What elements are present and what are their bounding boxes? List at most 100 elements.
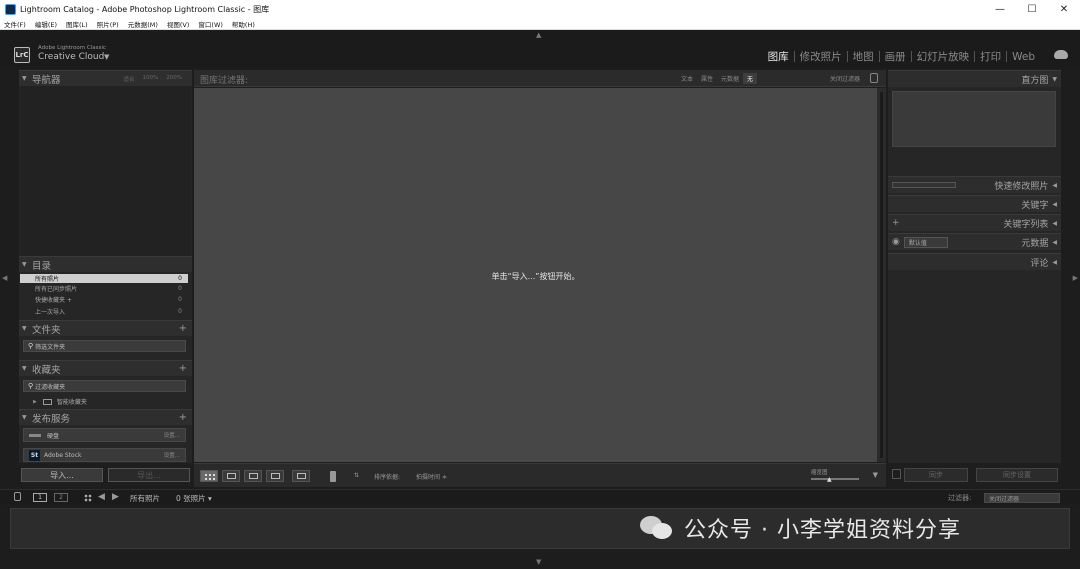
- metadata-preset-select[interactable]: 默认值: [903, 236, 948, 248]
- menu-view[interactable]: 视图(V): [167, 19, 190, 29]
- survey-view-button[interactable]: [266, 470, 284, 482]
- forward-arrow-icon[interactable]: ▶: [112, 492, 119, 502]
- import-button[interactable]: 导入...: [21, 468, 103, 482]
- sync-button[interactable]: 同步: [904, 468, 968, 482]
- filter-none[interactable]: 无: [743, 73, 758, 84]
- library-filter-title: 图库过滤器:: [200, 76, 249, 86]
- menu-file[interactable]: 文件(F): [4, 19, 26, 29]
- zoom-100[interactable]: 100%: [143, 75, 159, 83]
- left-panel-toggle-icon[interactable]: ◀: [2, 274, 7, 282]
- keywording-header[interactable]: 关键字 ◀: [888, 195, 1061, 212]
- grid-icon[interactable]: [84, 494, 92, 502]
- module-web[interactable]: Web: [1007, 51, 1040, 63]
- sort-icon[interactable]: ⇅: [354, 472, 359, 479]
- slider-track[interactable]: [811, 478, 859, 480]
- publish-service-adobe-stock[interactable]: St Adobe Stock 设置...: [23, 448, 186, 462]
- auto-sync-switch[interactable]: [892, 469, 901, 479]
- sort-select[interactable]: 拍摄时间 ≑: [416, 472, 447, 481]
- compare-view-button[interactable]: [244, 470, 262, 482]
- painter-icon[interactable]: [330, 471, 336, 482]
- scrollbar-track[interactable]: [880, 92, 883, 458]
- navigator-header[interactable]: ▼ 导航器 适合 100% 200%: [19, 70, 192, 86]
- export-button[interactable]: 导出...: [108, 468, 190, 482]
- loupe-view-button[interactable]: [222, 470, 240, 482]
- zoom-fit[interactable]: 适合: [124, 75, 135, 83]
- menu-metadata[interactable]: 元数据(M): [128, 19, 158, 29]
- identity-product: Adobe Lightroom Classic: [38, 45, 106, 51]
- module-library[interactable]: 图库: [763, 49, 794, 64]
- catalog-item-previous-import[interactable]: 上一次导入 0: [20, 307, 188, 316]
- keyword-list-header[interactable]: + 关键字列表 ◀: [888, 214, 1061, 231]
- catalog-item-synced[interactable]: 所有已同步照片 0: [20, 284, 188, 293]
- histogram-header[interactable]: 直方图 ▼: [888, 70, 1061, 87]
- menu-edit[interactable]: 编辑(E): [35, 19, 57, 29]
- collection-filter-input[interactable]: ⚲ 过滤收藏夹: [23, 380, 186, 392]
- folder-filter-input[interactable]: ⚲ 筛选文件夹: [23, 340, 186, 352]
- collections-header[interactable]: ▼ 收藏夹 +: [19, 360, 192, 376]
- add-keyword-icon[interactable]: +: [892, 218, 900, 228]
- filmstrip-count[interactable]: 0 张照片 ▾: [176, 493, 212, 504]
- quick-develop-header[interactable]: 快速修改照片 ◀: [888, 176, 1061, 193]
- monitor-1-button[interactable]: 1: [33, 493, 47, 502]
- publish-services-header[interactable]: ▼ 发布服务 +: [19, 409, 192, 425]
- module-print[interactable]: 打印: [975, 49, 1006, 64]
- filter-text[interactable]: 文本: [677, 73, 697, 84]
- lock-icon[interactable]: [870, 73, 878, 83]
- catalog-item-quick-collection[interactable]: 快捷收藏夹 + 0: [20, 295, 188, 304]
- module-map[interactable]: 地图: [848, 49, 879, 64]
- identity-cloud[interactable]: Creative Cloud: [38, 52, 104, 62]
- catalog-header[interactable]: ▼ 目录: [19, 256, 192, 272]
- folders-header[interactable]: ▼ 文件夹 +: [19, 320, 192, 336]
- module-slideshow[interactable]: 幻灯片放映: [912, 49, 975, 64]
- publish-service-hard-drive[interactable]: 硬盘 设置...: [23, 428, 186, 442]
- add-service-icon[interactable]: +: [179, 412, 187, 423]
- slider-knob[interactable]: ▲: [827, 476, 832, 483]
- catalog-item-all-photos[interactable]: 所有照片 0: [20, 274, 188, 283]
- minimize-button[interactable]: —: [984, 0, 1016, 18]
- folder-filter-placeholder: 筛选文件夹: [35, 343, 66, 351]
- thumbnail-size-slider[interactable]: 缩览图 ▲: [811, 468, 859, 483]
- filmstrip-source[interactable]: 所有照片: [130, 493, 160, 504]
- right-panel-toggle-icon[interactable]: ▶: [1073, 274, 1078, 282]
- menu-library[interactable]: 图库(L): [66, 19, 88, 29]
- add-collection-icon[interactable]: +: [179, 363, 187, 374]
- service-setup-link[interactable]: 设置...: [164, 431, 180, 439]
- filmstrip-filter-select[interactable]: 关闭过滤器: [984, 493, 1060, 503]
- top-panel-toggle-icon[interactable]: ▲: [536, 31, 541, 39]
- menu-photo[interactable]: 照片(P): [97, 19, 119, 29]
- bottom-panel-toggle-icon[interactable]: ▼: [536, 558, 541, 566]
- filter-preset-select[interactable]: 关闭过滤器: [830, 74, 860, 83]
- menu-window[interactable]: 窗口(W): [198, 19, 223, 29]
- lock-icon[interactable]: [14, 492, 21, 501]
- comments-header[interactable]: 评论 ◀: [888, 253, 1061, 270]
- collapse-icon: ▼: [22, 75, 27, 82]
- menu-help[interactable]: 帮助(H): [232, 19, 255, 29]
- maximize-button[interactable]: ☐: [1016, 0, 1048, 18]
- smart-collections-item[interactable]: ▶ 智能收藏夹: [33, 397, 87, 406]
- back-arrow-icon[interactable]: ◀: [98, 492, 105, 502]
- module-develop[interactable]: 修改照片: [795, 49, 847, 64]
- grid-view-button[interactable]: [200, 470, 218, 482]
- people-view-button[interactable]: [292, 470, 310, 482]
- survey-icon: [271, 473, 280, 479]
- window-controls: — ☐ ✕: [984, 0, 1080, 18]
- metadata-header[interactable]: ◉ 默认值 元数据 ◀: [888, 233, 1061, 250]
- module-book[interactable]: 画册: [880, 49, 911, 64]
- collapse-icon: ▼: [22, 325, 27, 332]
- grid-scrollbar[interactable]: [877, 88, 886, 462]
- chevron-down-icon[interactable]: ▼: [104, 53, 109, 61]
- monitor-2-button[interactable]: 2: [54, 493, 68, 502]
- zoom-200[interactable]: 200%: [166, 75, 182, 83]
- eye-icon[interactable]: ◉: [892, 237, 900, 247]
- module-picker: 图库 修改照片 地图 画册 幻灯片放映 打印 Web: [763, 49, 1040, 64]
- cloud-sync-icon[interactable]: [1054, 50, 1068, 59]
- filter-metadata[interactable]: 元数据: [717, 73, 743, 84]
- toolbar-menu-icon[interactable]: ▼: [873, 471, 878, 479]
- add-folder-icon[interactable]: +: [179, 323, 187, 334]
- close-button[interactable]: ✕: [1048, 0, 1080, 18]
- sync-settings-button[interactable]: 同步设置: [976, 468, 1058, 482]
- service-setup-link[interactable]: 设置...: [164, 451, 180, 459]
- saved-preset-select[interactable]: [892, 182, 956, 188]
- filter-attribute[interactable]: 属性: [697, 73, 717, 84]
- expand-icon[interactable]: ▶: [33, 399, 37, 405]
